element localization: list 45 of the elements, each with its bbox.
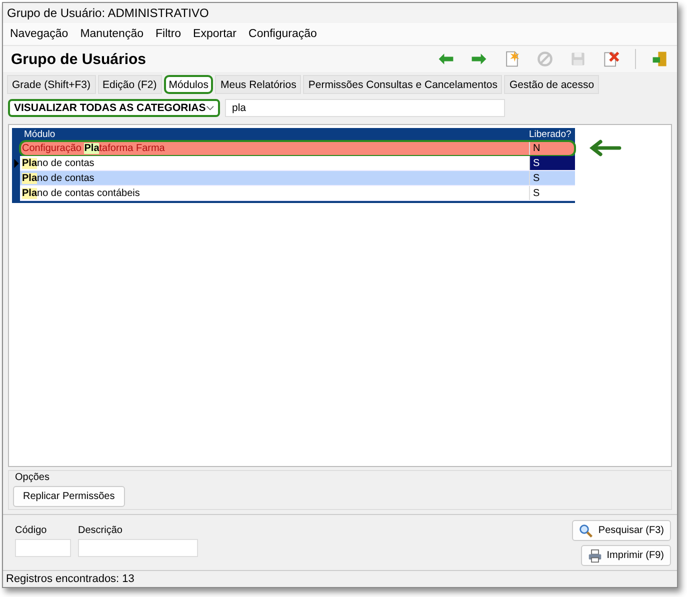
tab[interactable]: Meus Relatórios (215, 75, 302, 94)
window-title: Grupo de Usuário: ADMINISTRATIVO (7, 6, 209, 20)
tab[interactable]: Grade (Shift+F3) (7, 75, 96, 94)
input-field[interactable] (15, 539, 71, 557)
chevron-down-icon (206, 105, 214, 111)
input-field[interactable] (78, 539, 198, 557)
table-cell-text: Plano de contas contábeis (21, 188, 141, 198)
table-row[interactable]: Configuração Plataforma Farma N (20, 141, 575, 156)
page-title: Grupo de Usuários (11, 50, 146, 68)
table-cell-text: Plano de contas (21, 158, 96, 168)
category-dropdown[interactable]: VISUALIZAR TODAS AS CATEGORIAS (8, 99, 220, 117)
table-cell: S (529, 186, 575, 200)
replicate-permissions-button[interactable]: Replicar Permissões (13, 486, 125, 507)
new-document-icon[interactable] (503, 50, 521, 68)
table-cell-text: Plano de contas (21, 172, 96, 184)
exit-icon[interactable] (651, 50, 669, 68)
search-icon (579, 524, 594, 538)
menu-item[interactable]: Manutenção (80, 28, 144, 40)
table-cell-text: Configuração Plataforma Farma (21, 142, 166, 154)
annotation-arrow-icon (587, 139, 623, 157)
tab[interactable]: Gestão de acesso (504, 75, 600, 94)
table-cell: N (529, 141, 575, 155)
column-header: Liberado? (528, 129, 572, 140)
print-button[interactable]: Imprimir (F9) (580, 545, 671, 566)
menu-item[interactable]: Navegação (10, 28, 68, 40)
menu-item[interactable]: Filtro (155, 28, 182, 40)
tab[interactable]: Permissões Consultas e Cancelamentos (303, 75, 502, 94)
menu-item[interactable]: Exportar (193, 28, 237, 40)
column-header: Módulo (23, 129, 56, 140)
tab[interactable]: Módulos (164, 75, 214, 94)
field-label: Descrição (78, 525, 124, 536)
table-cell: S (529, 156, 575, 170)
field-label: Código (15, 525, 48, 536)
search-button[interactable]: Pesquisar (F3) (572, 520, 671, 541)
group-title: Opções (15, 472, 50, 483)
table-cell: S (529, 171, 575, 185)
table-row[interactable]: Plano de contas contábeis S (20, 186, 575, 201)
printer-icon (588, 548, 602, 562)
search-field[interactable]: pla (225, 99, 505, 117)
table-row[interactable]: Plano de contas S (20, 156, 575, 171)
table-row[interactable]: Plano de contas S (20, 171, 575, 186)
status-text: Registros encontrados: 13 (6, 573, 134, 585)
delete-icon[interactable] (602, 50, 620, 68)
menu-item[interactable]: Configuração (248, 28, 317, 40)
tab[interactable]: Edição (F2) (98, 75, 162, 94)
